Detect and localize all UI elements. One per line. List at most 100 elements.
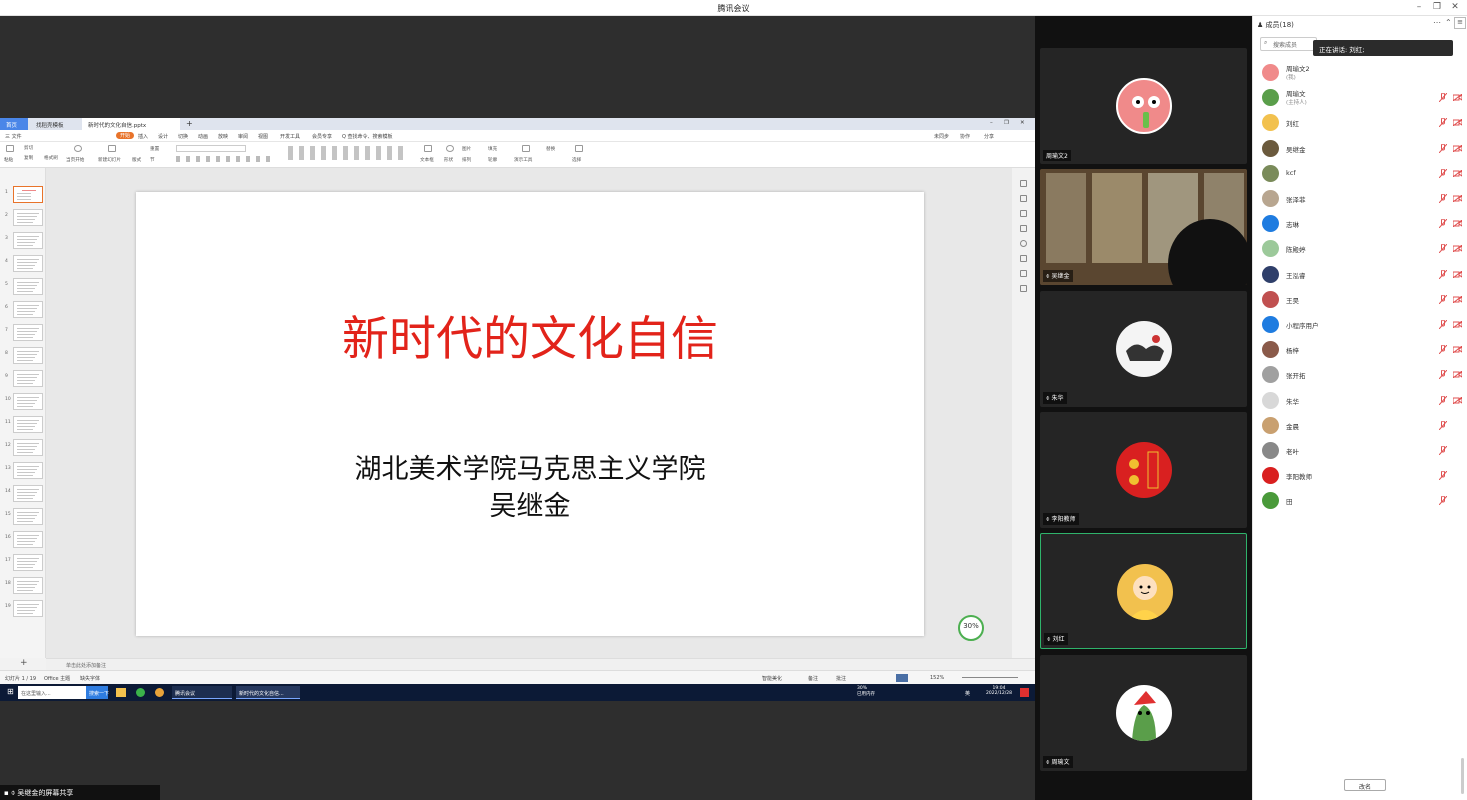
paragraph-tools[interactable] xyxy=(288,146,408,160)
camera-off-icon[interactable] xyxy=(1452,244,1463,253)
menu-animation[interactable]: 动画 xyxy=(198,133,208,140)
mic-muted-icon[interactable] xyxy=(1438,92,1448,103)
present-tools-button[interactable]: 演示工具 xyxy=(514,157,532,163)
missing-font[interactable]: 缺失字体 xyxy=(80,675,100,682)
menu-view[interactable]: 视图 xyxy=(258,133,268,140)
mic-muted-icon[interactable] xyxy=(1438,470,1448,481)
slide-subtitle-institution[interactable]: 湖北美术学院马克思主义学院 xyxy=(136,447,924,486)
zoom-slider[interactable] xyxy=(962,677,1018,678)
member-row[interactable]: 志琳 xyxy=(1253,211,1466,235)
video-tile[interactable]: ⌽ 李阳教师 xyxy=(1040,412,1247,528)
menu-slideshow[interactable]: 放映 xyxy=(218,133,228,140)
member-row[interactable]: 金晨 xyxy=(1253,413,1466,437)
member-row[interactable]: 小程序用户 xyxy=(1253,312,1466,336)
font-format-buttons[interactable] xyxy=(176,156,276,162)
slide-thumbnail[interactable] xyxy=(13,462,43,479)
start-from-current-button[interactable]: 当页开始 xyxy=(66,157,84,163)
taskbar-search[interactable]: 在这里输入... xyxy=(18,686,86,699)
comments-toggle[interactable]: 批注 xyxy=(836,675,846,682)
slide-thumbnail[interactable] xyxy=(13,508,43,525)
clock[interactable]: 19:04 2022/12/28 xyxy=(985,685,1013,698)
member-row[interactable]: 王泓睿 xyxy=(1253,262,1466,286)
mic-muted-icon[interactable] xyxy=(1438,445,1448,456)
select-button[interactable]: 选择 xyxy=(572,157,581,163)
arrange-button[interactable]: 排列 xyxy=(462,157,471,163)
section-button[interactable]: 节 xyxy=(150,157,155,163)
member-row[interactable]: 王昊 xyxy=(1253,287,1466,311)
member-row[interactable]: 张泽菲 xyxy=(1253,186,1466,210)
mic-muted-icon[interactable] xyxy=(1438,243,1448,254)
member-row[interactable]: kcf xyxy=(1253,161,1466,185)
scrollbar[interactable] xyxy=(1461,758,1464,794)
member-row[interactable]: 周瑜文2 (我) xyxy=(1253,60,1466,84)
slide-thumbnail[interactable] xyxy=(13,209,43,226)
windows-start-icon[interactable]: ⊞ xyxy=(4,686,17,699)
zoom-level[interactable]: 152% xyxy=(930,675,944,681)
sync-status[interactable]: 未同步 xyxy=(934,133,949,140)
play-slideshow-icon[interactable] xyxy=(896,674,908,682)
mic-muted-icon[interactable] xyxy=(1438,344,1448,355)
replace-button[interactable]: 替换 xyxy=(546,146,555,152)
paste-icon[interactable] xyxy=(6,145,14,152)
notes-placeholder[interactable]: 单击此处添加备注 xyxy=(66,662,106,669)
ime-lang[interactable]: 英 xyxy=(962,686,973,699)
mic-muted-icon[interactable] xyxy=(1438,218,1448,229)
slide-thumbnail[interactable] xyxy=(13,554,43,571)
slide-thumbnail[interactable] xyxy=(13,416,43,433)
camera-off-icon[interactable] xyxy=(1452,144,1463,152)
slide-subtitle-author[interactable]: 吴继金 xyxy=(136,484,924,523)
tool-icon-6[interactable] xyxy=(1020,255,1027,262)
mic-muted-icon[interactable] xyxy=(1438,168,1448,179)
slide-thumbnail[interactable] xyxy=(13,232,43,249)
member-row[interactable]: 张开拓 xyxy=(1253,362,1466,386)
menu-transition[interactable]: 切换 xyxy=(178,133,188,140)
member-row[interactable]: 杨梓 xyxy=(1253,337,1466,361)
app-icon-green[interactable] xyxy=(136,688,145,697)
menu-start[interactable]: 开始 xyxy=(116,132,135,139)
collapse-icon[interactable]: ⌃ xyxy=(1445,18,1452,27)
camera-off-icon[interactable] xyxy=(1452,370,1463,379)
member-row[interactable]: 刘红 xyxy=(1253,110,1466,134)
camera-off-icon[interactable] xyxy=(1452,194,1463,203)
mic-muted-icon[interactable] xyxy=(1438,143,1448,153)
wps-minimize-icon[interactable]: – xyxy=(988,118,995,130)
wps-restore-icon[interactable]: ❐ xyxy=(1002,118,1011,130)
share-button[interactable]: 分享 xyxy=(984,133,994,140)
tool-icon-8[interactable] xyxy=(1020,285,1027,292)
camera-off-icon[interactable] xyxy=(1452,295,1463,304)
menu-design[interactable]: 设计 xyxy=(158,133,168,140)
tab-document[interactable]: 新时代的文化自信.pptx xyxy=(82,118,180,130)
menu-review[interactable]: 审阅 xyxy=(238,133,248,140)
member-row[interactable]: 李阳教师 xyxy=(1253,463,1466,487)
memory-badge[interactable]: 30% xyxy=(958,615,984,641)
slide-thumbnail[interactable] xyxy=(13,577,43,594)
mic-muted-icon[interactable] xyxy=(1438,369,1448,380)
file-explorer-icon[interactable] xyxy=(116,688,126,697)
menu-devtools[interactable]: 开发工具 xyxy=(280,133,300,140)
member-row[interactable]: 田 xyxy=(1253,488,1466,512)
member-row[interactable]: 吴继金 xyxy=(1253,136,1466,160)
format-painter-button[interactable]: 格式刷 xyxy=(44,155,58,161)
video-tile[interactable]: ⌽ 周瑜文 xyxy=(1040,655,1247,771)
slide-thumbnail[interactable] xyxy=(13,301,43,318)
help-icon[interactable] xyxy=(1020,240,1027,247)
camera-off-icon[interactable] xyxy=(1452,93,1463,102)
mic-muted-icon[interactable] xyxy=(1438,117,1448,128)
mic-muted-icon[interactable] xyxy=(1438,269,1448,279)
member-row[interactable]: 陈殿婷 xyxy=(1253,236,1466,260)
camera-off-icon[interactable] xyxy=(1452,169,1463,178)
tool-icon-4[interactable] xyxy=(1020,225,1027,232)
play-icon[interactable] xyxy=(74,145,82,152)
notification-icon[interactable] xyxy=(1020,688,1029,697)
camera-off-icon[interactable] xyxy=(1452,320,1463,329)
select-icon[interactable] xyxy=(575,145,583,152)
new-slide-icon[interactable] xyxy=(108,145,116,152)
member-row[interactable]: 周瑜文 (主持人) xyxy=(1253,85,1466,109)
fill-button[interactable]: 填充 xyxy=(488,146,497,152)
cut-button[interactable]: 剪切 xyxy=(24,145,33,151)
camera-off-icon[interactable] xyxy=(1452,118,1463,127)
taskbar-app-meeting[interactable]: 腾讯会议 xyxy=(172,686,232,699)
slide-thumbnail[interactable] xyxy=(13,485,43,502)
menu-insert[interactable]: 插入 xyxy=(138,133,148,140)
mic-muted-icon[interactable] xyxy=(1438,495,1448,506)
